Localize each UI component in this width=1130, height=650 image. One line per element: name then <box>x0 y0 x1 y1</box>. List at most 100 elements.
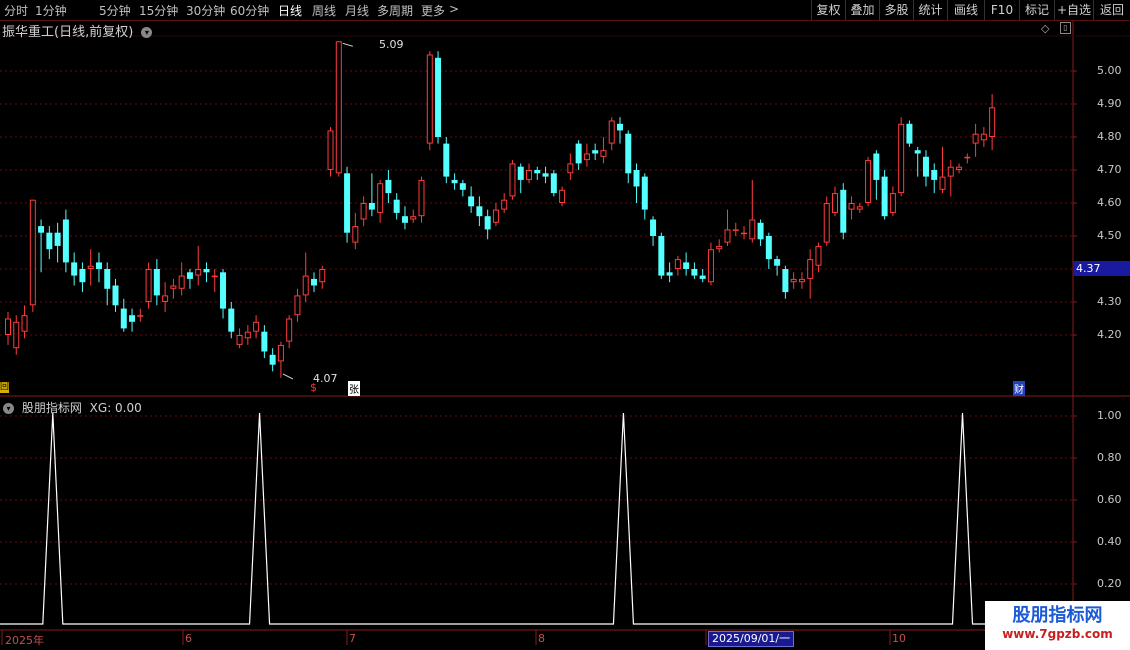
candle <box>468 186 475 213</box>
main-chart-title: 振华重工(日线,前复权) <box>2 25 134 40</box>
candle <box>922 150 929 187</box>
replay-marker[interactable]: 回 <box>0 382 9 393</box>
candle-body <box>658 236 665 276</box>
diamond-icon[interactable]: ◇ <box>1041 22 1049 35</box>
candle-body <box>410 216 417 220</box>
candle-body <box>790 278 797 283</box>
candle <box>873 150 880 200</box>
candle-body <box>798 278 805 283</box>
period-tab-30min[interactable]: 30分钟 <box>186 2 225 19</box>
period-tab-60min[interactable]: 60分钟 <box>230 2 269 19</box>
candle-body <box>633 170 640 187</box>
draw-line-button[interactable]: 画线 <box>947 0 984 20</box>
period-toolbar: 分时 1分钟 5分钟 15分钟 30分钟 60分钟 日线 周线 月线 多周期 更… <box>0 0 1130 21</box>
candle-body <box>203 269 210 273</box>
candle <box>476 196 483 227</box>
candlestick-series[interactable] <box>5 41 996 378</box>
candle-body <box>691 269 698 276</box>
candle-body <box>922 156 929 177</box>
dividend-marker[interactable]: $ <box>310 381 317 394</box>
candle-body <box>716 245 723 250</box>
candle <box>236 328 243 349</box>
candle-body <box>195 269 202 276</box>
candle <box>815 242 822 273</box>
candle <box>294 288 301 322</box>
chevron-down-icon[interactable]: ▾ <box>141 27 153 38</box>
candle-body <box>269 354 276 365</box>
mark-button[interactable]: 标记 <box>1019 0 1054 20</box>
candle-body <box>302 275 309 296</box>
fuquan-button[interactable]: 复权 <box>811 0 845 20</box>
candle <box>327 127 334 177</box>
back-button[interactable]: 返回 <box>1093 0 1130 20</box>
candle-body <box>914 150 921 154</box>
candle-body <box>583 153 590 161</box>
candle <box>54 222 61 263</box>
candle <box>980 127 987 147</box>
candle <box>71 252 78 286</box>
candle <box>244 325 251 345</box>
candle <box>526 163 533 184</box>
period-tab-1min[interactable]: 1分钟 <box>35 2 67 19</box>
candle <box>583 143 590 167</box>
limit-up-marker[interactable]: 张 <box>348 381 360 396</box>
candle-body <box>856 206 863 210</box>
period-tab-15min[interactable]: 15分钟 <box>139 2 178 19</box>
candle <box>790 272 797 289</box>
candle-body <box>451 179 458 184</box>
candle <box>38 219 45 273</box>
multi-stock-button[interactable]: 多股 <box>879 0 913 20</box>
candle <box>269 348 276 372</box>
candle-body <box>393 199 400 213</box>
candle-body <box>186 272 193 279</box>
candle <box>782 265 789 299</box>
candle <box>401 206 408 230</box>
f10-button[interactable]: F10 <box>984 0 1019 20</box>
indicator-tick-label: 0.80 <box>1097 451 1122 464</box>
chart-canvas[interactable] <box>0 0 1130 650</box>
indicator-name[interactable]: 股朋指标网 <box>22 401 82 415</box>
overlay-button[interactable]: 叠加 <box>845 0 879 20</box>
period-tab-5min[interactable]: 5分钟 <box>99 2 131 19</box>
candle-body <box>38 226 45 233</box>
candle <box>823 196 830 246</box>
candle <box>592 143 599 161</box>
period-tab-daily[interactable]: 日线 <box>278 2 302 19</box>
panel-layout-icon[interactable]: ▯ <box>1060 22 1071 34</box>
add-watchlist-button[interactable]: +自选 <box>1054 0 1093 20</box>
period-tab-weekly[interactable]: 周线 <box>312 2 336 19</box>
candle <box>542 166 549 184</box>
candle-body <box>104 269 111 289</box>
candle <box>641 173 648 220</box>
financial-report-marker[interactable]: 财 <box>1013 381 1025 396</box>
candle-body <box>550 173 557 194</box>
candle-body <box>807 259 814 279</box>
candle <box>616 117 623 144</box>
period-tab-fenshi[interactable]: 分时 <box>4 2 28 19</box>
period-tab-more[interactable]: 更多 <box>421 2 445 19</box>
candle <box>484 209 491 240</box>
candle-body <box>368 203 375 210</box>
indicator-menu-icon[interactable]: ▾ <box>3 403 14 414</box>
more-arrow-icon[interactable]: > <box>449 2 459 16</box>
candle <box>716 239 723 253</box>
candle-body <box>294 295 301 316</box>
candle <box>286 315 293 349</box>
current-price-badge: 4.37 <box>1073 261 1130 276</box>
candle <box>21 305 28 339</box>
candle-body <box>939 176 946 190</box>
candle-body <box>360 203 367 220</box>
period-tab-multi[interactable]: 多周期 <box>377 2 413 19</box>
candle <box>798 272 805 289</box>
candle-body <box>509 163 516 197</box>
statistics-button[interactable]: 统计 <box>913 0 947 20</box>
period-tab-monthly[interactable]: 月线 <box>345 2 369 19</box>
candle-body <box>567 163 574 174</box>
candle-body <box>385 179 392 194</box>
candle-body <box>426 54 433 144</box>
candle-body <box>666 272 673 276</box>
date-label-oct: 10 <box>892 632 906 645</box>
candle-body <box>79 269 86 283</box>
candle-body <box>815 245 822 266</box>
candle-body <box>352 226 359 243</box>
